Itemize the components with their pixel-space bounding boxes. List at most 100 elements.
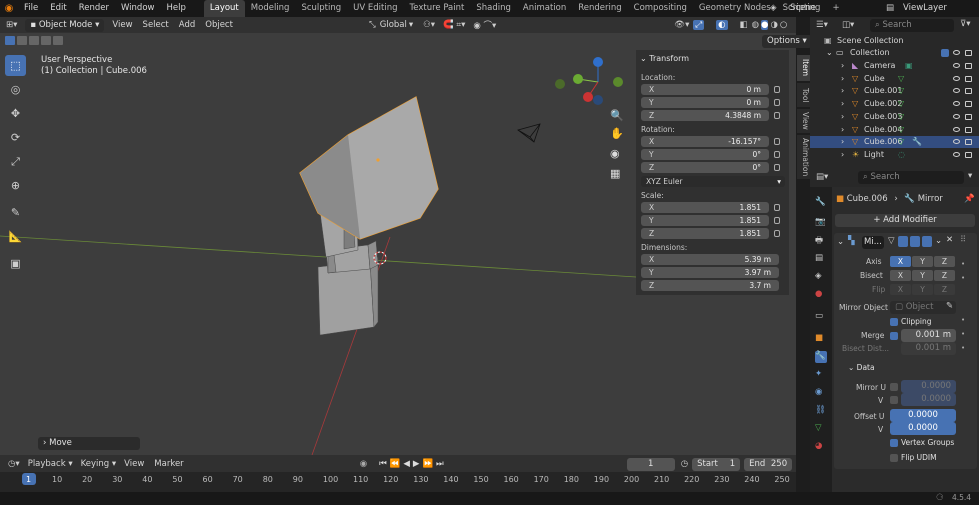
lock-icon[interactable] [774,204,780,211]
pan-hand-icon[interactable]: ✋ [610,127,624,140]
eyedropper-icon[interactable]: ✎ [946,301,953,311]
start-frame-field[interactable]: Start 1 [692,457,741,471]
eye-icon[interactable] [953,139,960,145]
bisect-x-toggle[interactable]: X [890,270,911,281]
chevron-right-icon[interactable]: › [841,98,844,110]
select-invert-icon[interactable] [41,36,51,45]
viewlayer-icon[interactable]: ▤ [886,3,894,13]
options-dropdown[interactable]: Options ▾ [762,35,812,48]
dimension-y-field[interactable]: Y 3.97 m [641,267,779,278]
flip-z-toggle[interactable]: Z [934,284,955,295]
outliner-row-cube-002[interactable]: › ▽ Cube.002 ▽ [810,98,979,110]
particles-props-icon[interactable]: ✦ [815,369,827,381]
select-new-icon[interactable] [5,36,15,45]
world-props-icon[interactable]: ● [815,289,827,301]
camera-render-icon[interactable] [965,101,972,108]
orientation-icon[interactable]: ⤡ [369,20,376,30]
eye-icon[interactable] [953,75,960,81]
pin-icon[interactable]: ▾ [968,171,972,181]
scale-tool-icon[interactable]: ⤢ [5,151,26,172]
merge-distance-field[interactable]: 0.001 m [901,329,956,342]
outliner-display-mode-icon[interactable]: ◫▾ [842,20,854,30]
scale-y-field[interactable]: Y 1.851 [641,215,769,226]
clipping-checkbox[interactable] [890,318,898,326]
mode-dropdown[interactable]: ▪ Object Mode ▾ [25,18,105,32]
modifier-wrench-icon[interactable]: 🔧 [912,136,922,148]
next-key-icon[interactable]: ⏩ [422,459,436,469]
viewport-toggle-icon[interactable] [910,236,920,247]
material-props-icon[interactable]: ◕ [815,441,827,453]
bisect-distance-field[interactable]: 0.001 m [901,342,956,355]
render-props-icon[interactable]: 📷 [815,217,827,229]
lock-icon[interactable] [774,138,780,145]
chevron-right-icon[interactable]: › [841,149,844,161]
menu-object[interactable]: Object [205,20,233,30]
cursor-tool-icon[interactable]: ◎ [5,79,26,100]
timeline-view-menu[interactable]: View [124,459,144,469]
tab-animation[interactable]: Animation [517,0,572,17]
light-data-icon[interactable]: ◌ [898,149,905,161]
mirror-v-field[interactable]: 0.0000 [901,393,956,406]
menu-view[interactable]: View [112,20,132,30]
tab-modeling[interactable]: Modeling [245,0,296,17]
lock-icon[interactable] [774,99,780,106]
ortho-grid-icon[interactable]: ▦ [610,167,620,180]
flip-x-toggle[interactable]: X [890,284,911,295]
auto-key-icon[interactable]: ◉ [360,459,367,469]
editor-type-icon[interactable]: ⊞▾ [6,20,17,30]
tool-props-icon[interactable]: 🔧 [815,197,827,209]
axis-y-toggle[interactable]: Y [912,256,933,267]
close-icon[interactable]: ✕ [946,235,953,245]
add-workspace-button[interactable]: + [826,0,845,17]
transform-panel-header[interactable]: ⌄ Transform [640,54,689,63]
camera-data-icon[interactable]: ▣ [905,60,913,72]
lock-icon[interactable] [774,217,780,224]
jump-start-icon[interactable]: ⏮ [379,459,390,469]
add-modifier-button[interactable]: + Add Modifier [835,214,975,227]
blender-logo-icon[interactable]: ◉ [0,3,18,14]
select-extend-icon[interactable] [17,36,27,45]
outliner-row-cube-001[interactable]: › ▽ Cube.001 ▽ [810,85,979,97]
lock-icon[interactable] [774,230,780,237]
tab-uv-editing[interactable]: UV Editing [347,0,403,17]
filter-icon[interactable]: ⊽▾ [960,19,971,29]
scene-icon[interactable]: ◈ [770,3,777,13]
outliner-row-scene-collection[interactable]: ▣ Scene Collection [810,35,979,47]
wireframe-shading-icon[interactable]: ◍ [752,20,759,30]
menu-file[interactable]: File [18,0,44,17]
rotation-mode-dropdown[interactable]: XYZ Euler ▾ [641,176,785,187]
outliner-row-cube[interactable]: › ▽ Cube ▽ [810,73,979,85]
material-shading-icon[interactable]: ◑ [770,20,777,30]
eye-icon[interactable] [953,126,960,132]
mirror-u-field[interactable]: 0.0000 [901,380,956,393]
camera-render-icon[interactable] [965,63,972,69]
output-props-icon[interactable]: 🖶 [815,235,827,247]
rendered-shading-icon[interactable]: ○ [780,20,787,30]
camera-render-icon[interactable] [965,113,972,120]
keying-menu[interactable]: Keying ▾ [81,459,117,469]
render-toggle-icon[interactable] [922,236,932,247]
camera-render-icon[interactable] [965,75,972,82]
lock-icon[interactable] [774,164,780,171]
drag-handle-icon[interactable]: ⠿ [960,235,966,245]
modifier-props-icon[interactable]: 🔧 [815,351,827,363]
chevron-right-icon[interactable]: › [841,85,844,97]
proportional-edit-icon[interactable]: ◉ ⌒▾ [473,19,496,31]
zoom-icon[interactable]: 🔍 [610,109,624,122]
mirror-u-checkbox[interactable] [890,383,898,391]
playback-menu[interactable]: Playback ▾ [28,459,73,469]
pivot-icon[interactable]: ⚇▾ [423,20,435,30]
menu-render[interactable]: Render [73,0,115,17]
outliner-row-cube-004[interactable]: › ▽ Cube.004 ▽ [810,124,979,136]
location-y-field[interactable]: Y 0 m [641,97,769,108]
physics-props-icon[interactable]: ◉ [815,387,827,399]
solid-shading-icon[interactable]: ● [761,20,769,30]
sidebar-tab-tool[interactable]: Tool [797,83,810,107]
chevron-down-icon[interactable]: ⌄ [935,236,942,246]
add-cube-tool-icon[interactable]: ▣ [5,253,26,274]
tab-geometry-nodes[interactable]: Geometry Nodes [693,0,777,17]
tab-rendering[interactable]: Rendering [572,0,627,17]
mirror-v-checkbox[interactable] [890,396,898,404]
menu-window[interactable]: Window [115,0,161,17]
camera-render-icon[interactable] [965,139,972,146]
